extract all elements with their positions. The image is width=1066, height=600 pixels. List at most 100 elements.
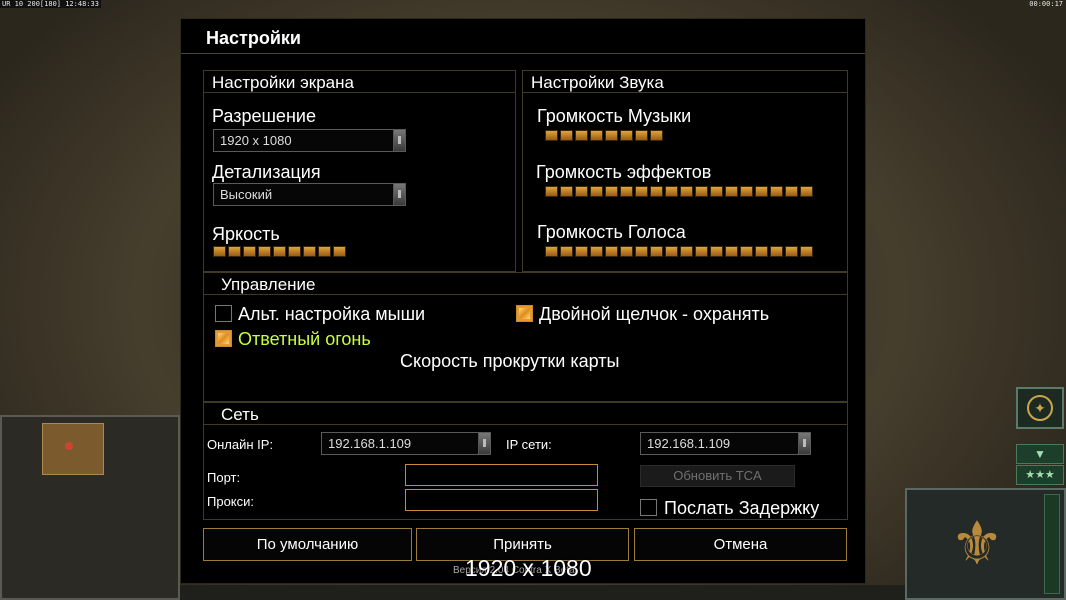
game-timer: 00:00:17 — [1029, 0, 1063, 8]
sound-settings-header: Настройки Звука — [523, 71, 847, 93]
voice-volume-slider[interactable] — [545, 246, 815, 257]
slider-segment — [605, 246, 618, 257]
lan-ip-label: IP сети: — [506, 437, 552, 452]
slider-segment — [635, 186, 648, 197]
voice-volume-label: Громкость Голоса — [537, 222, 686, 242]
slider-segment — [620, 246, 633, 257]
dialog-title: Настройки — [206, 28, 301, 48]
slider-segment — [590, 186, 603, 197]
slider-segment — [620, 130, 633, 141]
double-click-checkbox[interactable] — [516, 305, 533, 322]
dropdown-arrow-icon[interactable] — [393, 130, 405, 151]
send-delay-label[interactable]: Послать Задержку — [664, 498, 819, 519]
slider-segment — [243, 246, 256, 257]
slider-segment — [590, 130, 603, 141]
slider-segment — [755, 246, 768, 257]
slider-segment — [770, 246, 783, 257]
slider-segment — [545, 246, 558, 257]
slider-segment — [560, 186, 573, 197]
slider-segment — [695, 186, 708, 197]
command-bar — [180, 585, 905, 600]
minimap-unit-marker — [65, 442, 73, 450]
update-tca-button[interactable]: Обновить TCA — [640, 465, 795, 487]
slider-segment — [665, 186, 678, 197]
return-fire-checkbox[interactable] — [215, 330, 232, 347]
online-ip-value: 192.168.1.109 — [328, 436, 412, 451]
lan-ip-dropdown[interactable]: 192.168.1.109 — [640, 432, 811, 455]
slider-segment — [545, 186, 558, 197]
slider-segment — [710, 246, 723, 257]
network-header: Сеть — [204, 403, 847, 425]
slider-segment — [800, 246, 813, 257]
compass-icon: ✦ — [1027, 395, 1053, 421]
slider-segment — [273, 246, 286, 257]
slider-segment — [258, 246, 271, 257]
cancel-button[interactable]: Отмена — [634, 528, 847, 561]
detail-value: Высокий — [220, 187, 273, 202]
proxy-input[interactable] — [405, 489, 598, 511]
slider-segment — [605, 130, 618, 141]
alt-mouse-label[interactable]: Альт. настройка мыши — [238, 304, 425, 325]
slider-segment — [575, 186, 588, 197]
music-volume-slider[interactable] — [545, 130, 815, 141]
slider-segment — [590, 246, 603, 257]
dropdown-arrow-icon[interactable] — [478, 433, 490, 454]
port-input[interactable] — [405, 464, 598, 486]
effects-volume-slider[interactable] — [545, 186, 815, 197]
dropdown-arrow-icon[interactable] — [393, 184, 405, 205]
slider-segment — [665, 246, 678, 257]
slider-segment — [740, 186, 753, 197]
resolution-tooltip: 1920 x 1080 — [465, 555, 592, 581]
effects-volume-label: Громкость эффектов — [536, 162, 712, 182]
return-fire-label[interactable]: Ответный огонь — [238, 329, 371, 350]
slider-segment — [680, 186, 693, 197]
lan-ip-value: 192.168.1.109 — [647, 436, 731, 451]
slider-segment — [740, 246, 753, 257]
send-delay-checkbox[interactable] — [640, 499, 657, 516]
slider-segment — [605, 186, 618, 197]
slider-segment — [635, 130, 648, 141]
double-click-label[interactable]: Двойной щелчок - охранять — [539, 304, 769, 325]
resolution-dropdown[interactable]: 1920 x 1080 — [213, 129, 406, 152]
faction-emblem-panel: ⚜ — [905, 488, 1066, 600]
slider-segment — [650, 186, 663, 197]
detail-label: Детализация — [212, 162, 321, 182]
slider-segment — [620, 186, 633, 197]
slider-segment — [575, 130, 588, 141]
power-meter — [1044, 494, 1060, 594]
online-ip-dropdown[interactable]: 192.168.1.109 — [321, 432, 491, 455]
slider-segment — [560, 130, 573, 141]
rank-stars-button[interactable]: ★★★ — [1016, 465, 1064, 485]
collapse-arrow-button[interactable]: ▼ — [1016, 444, 1064, 464]
slider-segment — [800, 186, 813, 197]
slider-segment — [635, 246, 648, 257]
title-divider — [181, 53, 865, 54]
slider-segment — [680, 246, 693, 257]
alt-mouse-checkbox[interactable] — [215, 305, 232, 322]
defaults-button[interactable]: По умолчанию — [203, 528, 412, 561]
slider-segment — [710, 186, 723, 197]
slider-segment — [318, 246, 331, 257]
options-dialog: Настройки Настройки экрана Разрешение 19… — [180, 18, 866, 584]
slider-segment — [560, 246, 573, 257]
resolution-label: Разрешение — [212, 106, 316, 126]
scroll-speed-label: Скорость прокрутки карты — [400, 351, 620, 371]
slider-segment — [333, 246, 346, 257]
slider-segment — [650, 130, 663, 141]
radar-button[interactable]: ✦ — [1016, 387, 1064, 429]
faction-emblem-icon: ⚜ — [950, 510, 1004, 577]
dropdown-arrow-icon[interactable] — [798, 433, 810, 454]
brightness-slider[interactable] — [213, 246, 413, 257]
slider-segment — [695, 246, 708, 257]
slider-segment — [545, 130, 558, 141]
online-ip-label: Онлайн IP: — [207, 437, 274, 452]
slider-segment — [755, 186, 768, 197]
slider-segment — [228, 246, 241, 257]
slider-segment — [303, 246, 316, 257]
detail-dropdown[interactable]: Высокий — [213, 183, 406, 206]
minimap-terrain — [42, 423, 104, 475]
proxy-label: Прокси: — [207, 494, 255, 509]
minimap[interactable] — [0, 415, 180, 600]
controls-header: Управление — [204, 273, 847, 295]
resolution-value: 1920 x 1080 — [220, 133, 292, 148]
